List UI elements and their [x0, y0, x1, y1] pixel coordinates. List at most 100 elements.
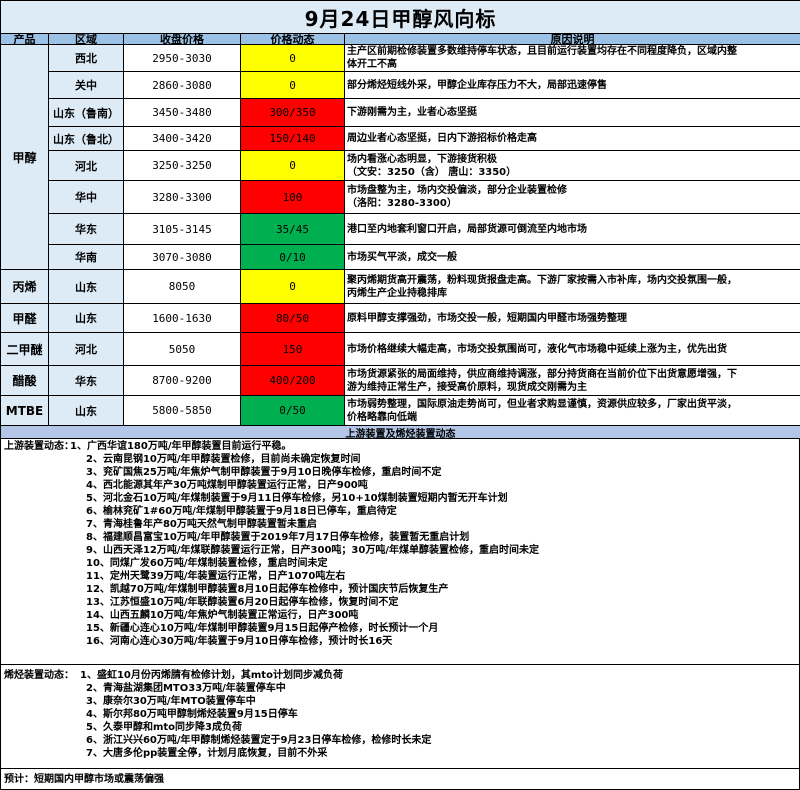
olefin-item: 4、斯尔邦80万吨甲醇制烯烃装置9月15日停车: [86, 709, 298, 720]
reason-cell: 原料甲醇支撑强劲，市场交投一般，短期国内甲醛市场强势整理: [345, 304, 800, 333]
change-cell: 100: [241, 181, 345, 214]
region-cell: 山东: [49, 304, 124, 333]
region-cell: 山东: [49, 270, 124, 304]
region-cell: 山东（鲁南）: [49, 99, 124, 127]
region-cell: 华东: [49, 214, 124, 245]
upstream-item: 15、新疆心连心10万吨/年煤制甲醇装置9月15日起停产检修，时长预计一个月: [86, 623, 439, 634]
price-cell: 3105-3145: [124, 214, 241, 245]
reason-line: 市场买气平淡，成交一般: [347, 251, 457, 263]
price-cell: 3070-3080: [124, 245, 241, 270]
change-cell: 0: [241, 72, 345, 99]
change-cell: 80/50: [241, 304, 345, 333]
upstream-item: 11、定州天鹭39万吨/年装置运行正常，日产1070吨左右: [86, 571, 346, 582]
header-reason: 原因说明: [345, 34, 800, 45]
reason-line: 市场价格继续大幅走高，市场交投氛围尚可，液化气市场稳中延续上涨为主，优先出货: [347, 343, 727, 355]
region-cell: 华南: [49, 245, 124, 270]
upstream-item: 10、同煤广发60万吨/年煤制装置检修，重启时间未定: [86, 558, 328, 569]
olefin-item: 6、浙江兴兴60万吨/年甲醇制烯烃装置定于9月23日停车检修，检修时长未定: [86, 735, 432, 746]
reason-line: 港口至内地套利窗口开启，局部货源可倒流至内地市场: [347, 223, 587, 235]
reason-line: 体开工不高: [347, 59, 397, 70]
product-cell: 醋酸: [1, 366, 49, 396]
reason-cell: 市场货源紧张的局面维持，供应商维持调涨，部分持货商在当前价位下出货意愿增强，下游…: [345, 366, 800, 396]
price-cell: 5800-5850: [124, 396, 241, 426]
reason-line: 聚丙烯期货高开震荡，粉料现货报盘走高。下游厂家按需入市补库，场内交投氛围一般，: [347, 274, 737, 286]
reason-line: 主产区前期检修装置多数维持停车状态，且目前运行装置均存在不同程度降负，区域内整: [347, 46, 737, 57]
header-change: 价格动态: [241, 34, 345, 45]
reason-line: 丙烯生产企业持稳排库: [347, 287, 447, 299]
olefin-item: 2、青海盐湖集团MTO33万吨/年装置停车中: [86, 683, 286, 694]
reason-cell: 聚丙烯期货高开震荡，粉料现货报盘走高。下游厂家按需入市补库，场内交投氛围一般，丙…: [345, 270, 800, 304]
reason-cell: 市场买气平淡，成交一般: [345, 245, 800, 270]
change-cell: 0/10: [241, 245, 345, 270]
olefin-label: 烯烃装置动态：: [4, 670, 74, 681]
region-cell: 河北: [49, 333, 124, 366]
upstream-item: 4、西北能源其年产30万吨煤制甲醇装置运行正常，日产900吨: [86, 480, 368, 491]
upstream-item: 1、广西华谊180万吨/年甲醇装置目前运行平稳。: [70, 441, 292, 452]
olefin-item: 3、康奈尔30万吨/年MTO装置停车中: [86, 696, 256, 707]
reason-line: 下游刚需为主，业者心态坚挺: [347, 107, 477, 118]
product-cell: 甲醇: [1, 45, 49, 270]
region-cell: 华东: [49, 366, 124, 396]
product-cell: 丙烯: [1, 270, 49, 304]
upstream-item: 14、山西五麟10万吨/年焦炉气制装置正常运行，日产300吨: [86, 610, 359, 621]
change-cell: 0/50: [241, 396, 345, 426]
reason-line: 场内看涨心态明显，下游接货积极: [347, 153, 497, 165]
upstream-section: 上游装置动态： 1、广西华谊180万吨/年甲醇装置目前运行平稳。 2、云南昆钢1…: [1, 439, 800, 665]
price-cell: 2950-3030: [124, 45, 241, 72]
reason-cell: 市场弱势整理，国际原油走势尚可，但业者求购显谨慎，资源供应较多，厂家出货平淡，价…: [345, 396, 800, 426]
reason-cell: 周边业者心态坚挺，日内下游招标价格走高: [345, 127, 800, 151]
reason-line: 价格略靠向低端: [347, 411, 417, 423]
change-cell: 150/140: [241, 127, 345, 151]
reason-line: （文安：3250（含） 唐山：3350）: [347, 166, 517, 178]
change-cell: 0: [241, 45, 345, 72]
header-product: 产品: [1, 34, 49, 45]
upstream-item: 8、福建顺昌富宝10万吨/年甲醇装置于2019年7月17日停车检修，装置暂无重启…: [86, 532, 470, 543]
change-cell: 0: [241, 151, 345, 181]
price-cell: 3400-3420: [124, 127, 241, 151]
region-cell: 华中: [49, 181, 124, 214]
reason-line: （洛阳：3280-3300）: [347, 198, 457, 209]
region-cell: 西北: [49, 45, 124, 72]
change-cell: 400/200: [241, 366, 345, 396]
region-cell: 关中: [49, 72, 124, 99]
reason-line: 市场弱势整理，国际原油走势尚可，但业者求购显谨慎，资源供应较多，厂家出货平淡，: [347, 398, 737, 410]
reason-cell: 下游刚需为主，业者心态坚挺: [345, 99, 800, 127]
price-cell: 8050: [124, 270, 241, 304]
upstream-item: 5、河北金石10万吨/年煤制装置于9月11日停车检修，另10+10煤制装置短期内…: [86, 493, 508, 504]
price-cell: 3250-3250: [124, 151, 241, 181]
reason-line: 市场盘整为主，场内交投偏淡，部分企业装置检修: [347, 185, 567, 196]
reason-cell: 市场价格继续大幅走高，市场交投氛围尚可，液化气市场稳中延续上涨为主，优先出货: [345, 333, 800, 366]
reason-cell: 主产区前期检修装置多数维持停车状态，且目前运行装置均存在不同程度降负，区域内整体…: [345, 45, 800, 72]
reason-cell: 市场盘整为主，场内交投偏淡，部分企业装置检修 （洛阳：3280-3300）: [345, 181, 800, 214]
reason-cell: 部分烯烃短线外采，甲醇企业库存压力不大，局部迅速停售: [345, 72, 800, 99]
change-cell: 300/350: [241, 99, 345, 127]
price-cell: 8700-9200: [124, 366, 241, 396]
price-cell: 2860-3080: [124, 72, 241, 99]
reason-line: 原料甲醇支撑强劲，市场交投一般，短期国内甲醛市场强势整理: [347, 312, 627, 324]
price-cell: 1600-1630: [124, 304, 241, 333]
upstream-item: 13、江苏恒盛10万吨/年联醇装置6月20日起停车检修，恢复时间不定: [86, 597, 399, 608]
region-cell: 河北: [49, 151, 124, 181]
change-cell: 150: [241, 333, 345, 366]
reason-line: 周边业者心态坚挺，日内下游招标价格走高: [347, 133, 537, 144]
upstream-label: 上游装置动态：: [4, 441, 74, 452]
price-cell: 3450-3480: [124, 99, 241, 127]
upstream-item: 16、河南心连心30万吨/年装置于9月10日停车检修，预计时长16天: [86, 636, 393, 647]
olefin-item: 7、大唐多伦pp装置全停，计划月底恢复，目前不外采: [86, 748, 328, 759]
upstream-item: 12、凯越70万吨/年煤制甲醇装置8月10日起停车检修中，预计国庆节后恢复生产: [86, 584, 449, 595]
reason-cell: 场内看涨心态明显，下游接货积极 （文安：3250（含） 唐山：3350）: [345, 151, 800, 181]
region-cell: 山东（鲁北）: [49, 127, 124, 151]
price-cell: 5050: [124, 333, 241, 366]
upstream-item: 3、兖矿国焦25万吨/年焦炉气制甲醇装置于9月10日晚停车检修，重启时间不定: [86, 467, 442, 478]
reason-line: 游为维持正常生产，接受高价原料，现货成交刚需为主: [347, 381, 587, 393]
methanol-report-sheet: 9月24日甲醇风向标 产品 区域 收盘价格 价格动态 原因说明 甲醇 丙烯 甲醛…: [0, 0, 800, 790]
page-title: 9月24日甲醇风向标: [1, 1, 800, 34]
product-cell: MTBE: [1, 396, 49, 426]
product-cell: 甲醛: [1, 304, 49, 333]
upstream-item: 9、山西天泽12万吨/年煤联醇装置运行正常，日产300吨；30万吨/年煤单醇装置…: [86, 545, 539, 556]
upstream-item: 2、云南昆钢10万吨/年甲醇装置检修，目前尚未确定恢复时间: [86, 454, 361, 465]
header-price: 收盘价格: [124, 34, 241, 45]
change-cell: 35/45: [241, 214, 345, 245]
reason-cell: 港口至内地套利窗口开启，局部货源可倒流至内地市场: [345, 214, 800, 245]
upstream-item: 7、青海桂鲁年产80万吨天然气制甲醇装置暂未重启: [86, 519, 317, 530]
